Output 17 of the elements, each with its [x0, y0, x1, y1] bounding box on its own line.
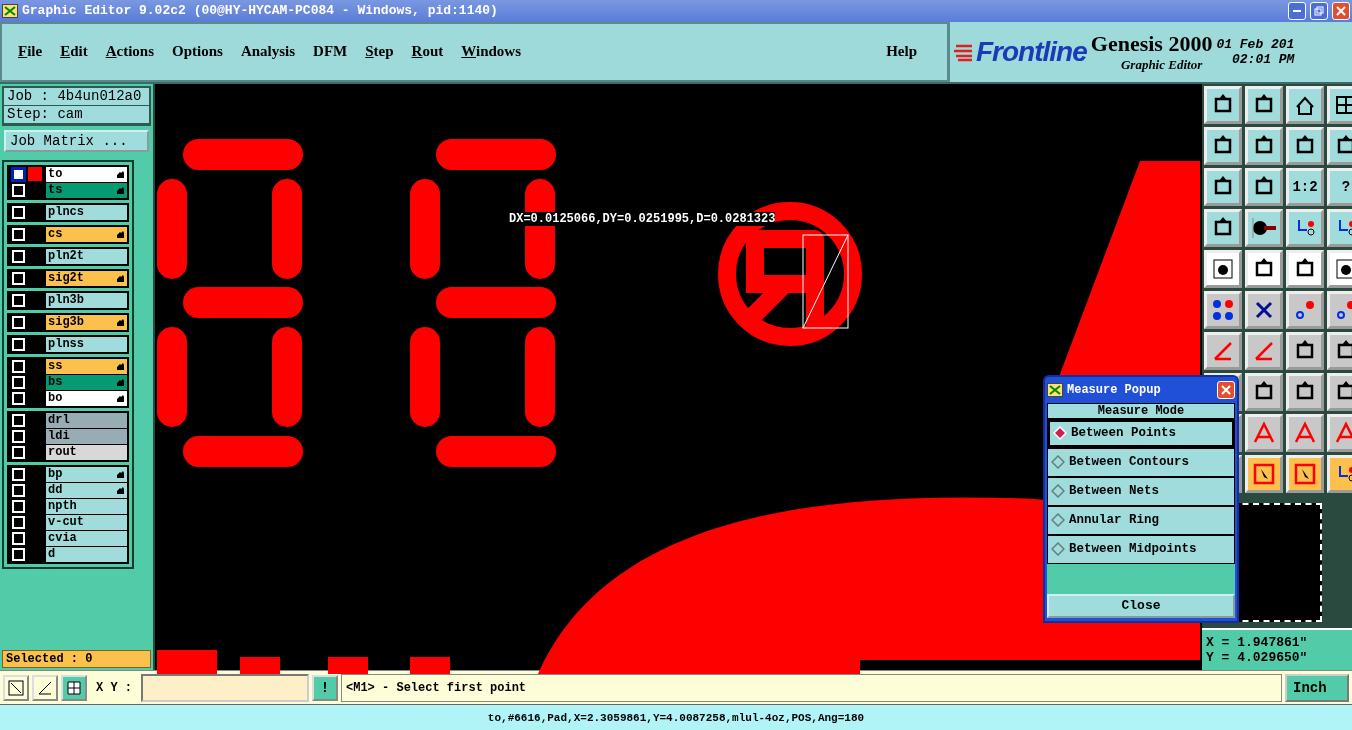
window-title: Graphic Editor 9.02c2 (00@HY-HYCAM-PC084 - Windows, pid:1140) — [22, 3, 499, 19]
xy-label: X Y : — [96, 680, 132, 695]
prompt-message: <M1> - Select first point — [341, 673, 1282, 702]
date-text: 01 Feb 201 — [1216, 36, 1295, 52]
brand-logo: Frontline — [976, 35, 1087, 68]
selected-count: Selected : 0 — [2, 650, 151, 669]
status-text: to,#6616,Pad,X=2.3059861,Y=4.0087258,mlul-4oz,POS,Ang=180 — [487, 711, 865, 724]
popup-title: Measure Popup — [1067, 382, 1162, 397]
y-coordinate: Y = 4.029650" — [1206, 650, 1309, 666]
product-name: Genesis 2000 — [1090, 30, 1213, 57]
step-name: Step: cam — [4, 105, 149, 124]
job-name: Job : 4b4un012a0 — [4, 87, 149, 106]
section-heading: Measure Mode — [1047, 402, 1235, 419]
time-text: 02:01 PM — [1232, 51, 1295, 67]
x-coordinate: X = 1.947861" — [1206, 635, 1309, 651]
measure-readout: DX=0.0125066,DY=0.0251995,D=0.0281323 — [509, 211, 776, 226]
product-subtitle: Graphic Editor — [1120, 56, 1203, 73]
